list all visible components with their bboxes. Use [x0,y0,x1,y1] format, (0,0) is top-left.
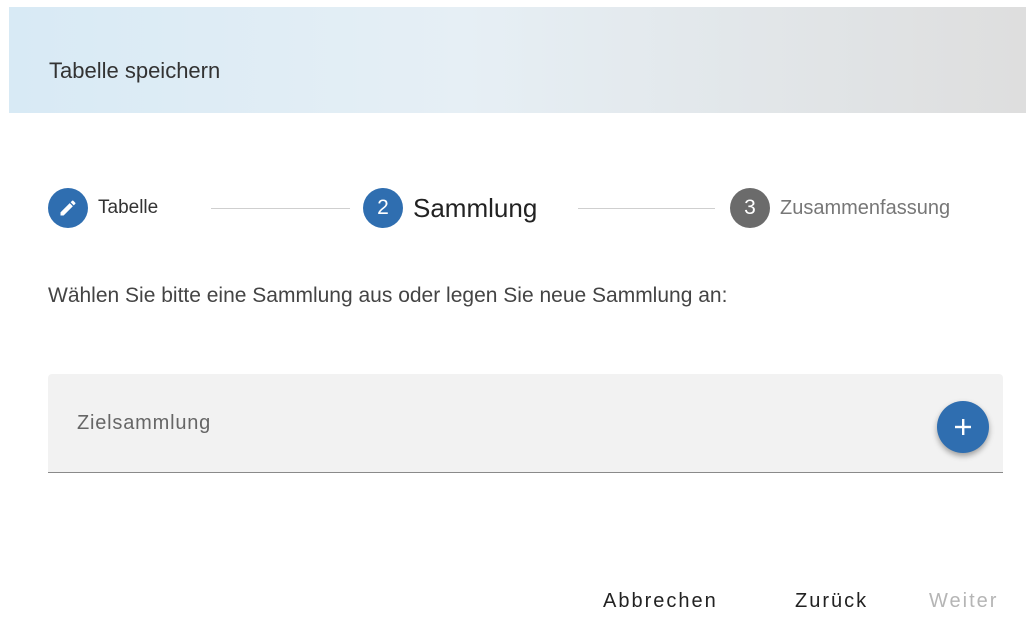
target-collection-input[interactable] [48,374,928,472]
step-2-label: Sammlung [413,192,538,223]
step-2-number: 2 [377,196,389,219]
step-3-label: Zusammenfassung [780,196,951,219]
step-3-number: 3 [744,196,756,219]
step-connector-1 [211,208,350,209]
step-zusammenfassung[interactable]: 3 Zusammenfassung [730,186,950,230]
dialog-header: Tabelle speichern [9,7,1026,113]
step-3-circle: 3 [730,188,770,228]
pencil-icon [60,200,76,216]
save-table-dialog: Tabelle speichern Tabelle 2 Sammlung 3 Z… [0,0,1026,619]
target-collection-field [48,374,1003,473]
cancel-button[interactable]: Abbrechen [603,590,718,613]
dialog-actions: Abbrechen Zurück Weiter [0,590,1026,619]
step-sammlung[interactable]: 2 Sammlung [363,186,537,230]
step-2-circle: 2 [363,188,403,228]
stepper: Tabelle 2 Sammlung 3 Zusammenfassung [48,186,1003,230]
plus-icon [955,419,971,435]
back-button[interactable]: Zurück [795,590,868,613]
step-1-label: Tabelle [98,197,159,218]
step-tabelle[interactable]: Tabelle [48,186,158,230]
step-1-circle [48,188,88,228]
step-connector-2 [578,208,715,209]
add-collection-button[interactable] [937,401,989,453]
dialog-title: Tabelle speichern [49,58,221,83]
instruction-text: Wählen Sie bitte eine Sammlung aus oder … [48,284,728,307]
next-button[interactable]: Weiter [929,590,998,613]
